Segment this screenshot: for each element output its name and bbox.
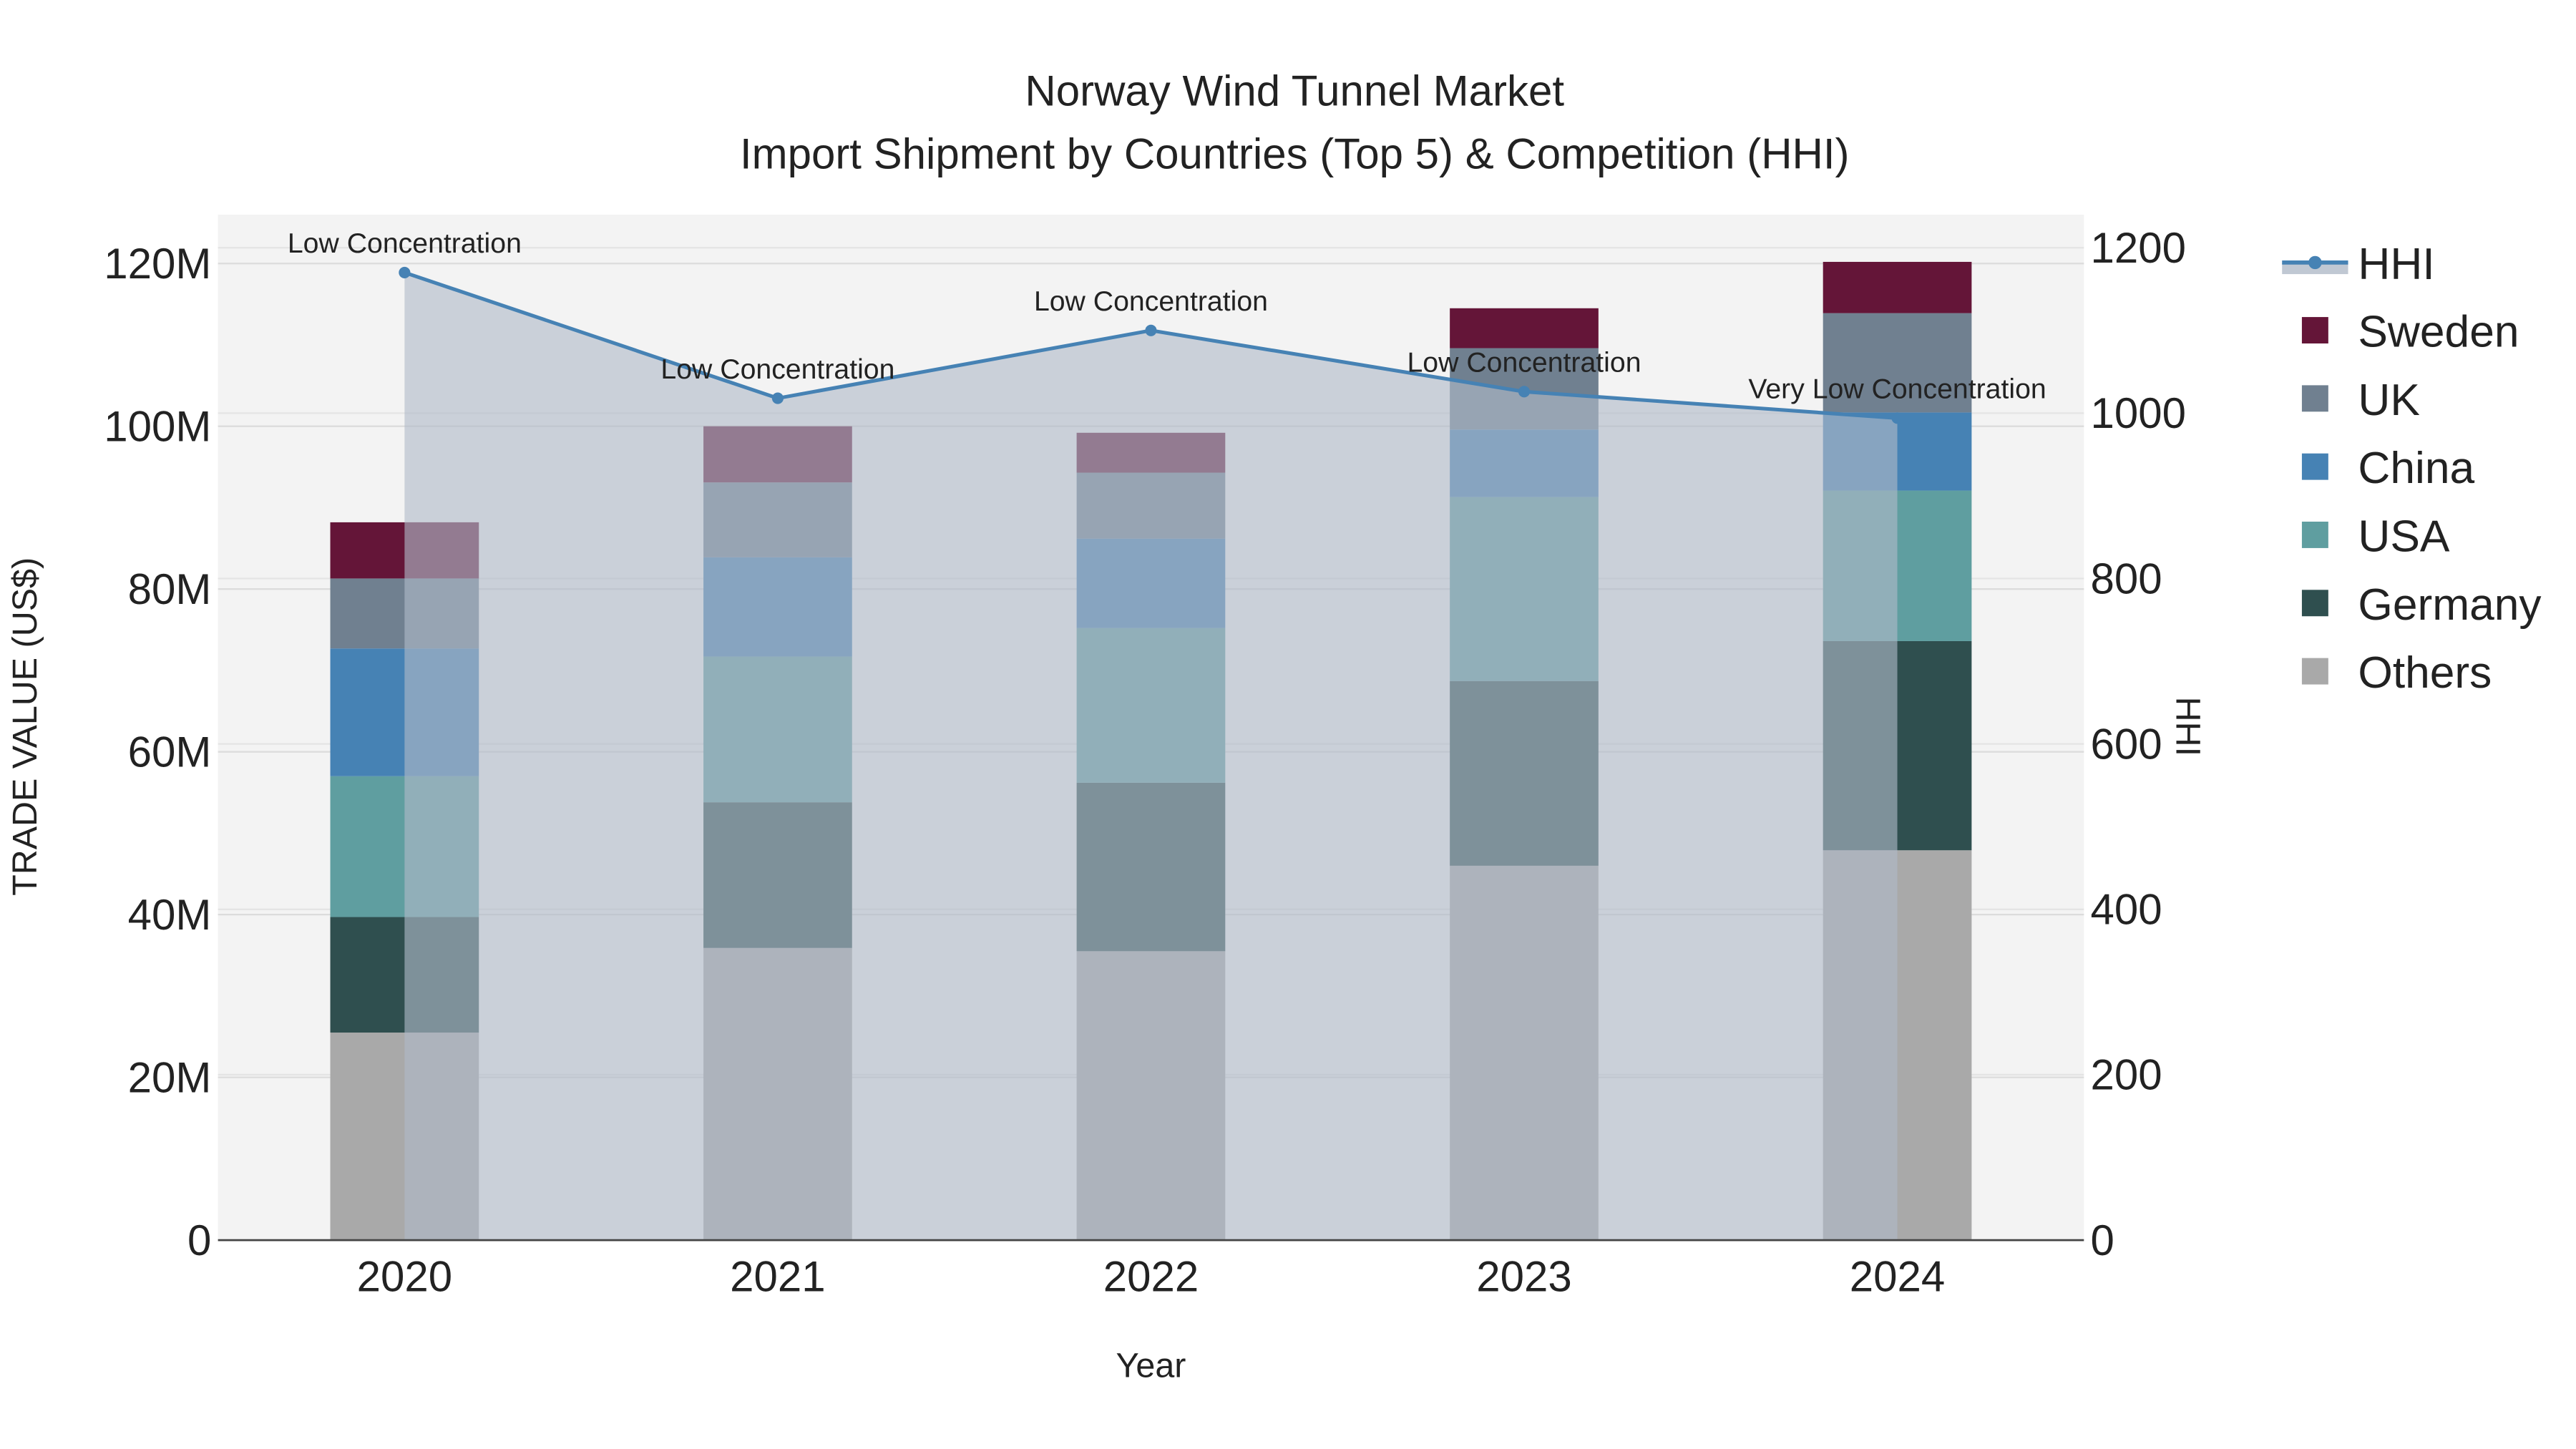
legend-label: Germany xyxy=(2358,580,2542,630)
y-tick-label: 120M xyxy=(104,240,211,288)
hhi-annotation: Low Concentration xyxy=(1407,347,1641,379)
legend-label: Others xyxy=(2358,648,2492,698)
chart: Low Concentration Low Concentration Low Co… xyxy=(6,67,2542,1385)
legend-item-sweden: Sweden xyxy=(2301,308,2519,357)
y-tick-label: 60M xyxy=(128,728,212,776)
bar-sweden-2023 xyxy=(1450,308,1599,348)
y2-tick-label: 800 xyxy=(2091,555,2162,602)
legend-item-usa: USA xyxy=(2301,512,2450,562)
legend-swatch xyxy=(2301,590,2328,617)
y-tick-label: 20M xyxy=(128,1053,212,1101)
legend-swatch xyxy=(2301,658,2328,685)
y2-axis-title: HHI xyxy=(2169,697,2207,756)
legend-swatch xyxy=(2301,317,2328,343)
x-tick-label: 2024 xyxy=(1850,1253,1945,1301)
chart-title: Norway Wind Tunnel Market xyxy=(1025,67,1564,115)
y2-tick-label: 0 xyxy=(2091,1216,2114,1264)
y2-tick-label: 1200 xyxy=(2091,224,2186,272)
x-axis-title: Year xyxy=(1116,1347,1186,1385)
legend-label: China xyxy=(2358,444,2474,493)
legend-label: UK xyxy=(2358,376,2420,425)
legend-swatch xyxy=(2301,385,2328,412)
legend: HHI Sweden UK China USA Germany Others xyxy=(2282,240,2542,698)
x-tick-label: 2021 xyxy=(730,1253,825,1301)
hhi-point-2021 xyxy=(771,392,784,404)
legend-label: Sweden xyxy=(2358,308,2519,357)
hhi-legend-marker xyxy=(2308,255,2322,270)
legend-label: HHI xyxy=(2358,240,2434,289)
hhi-point-2022 xyxy=(1145,324,1157,336)
legend-swatch xyxy=(2301,522,2328,548)
hhi-point-2023 xyxy=(1518,386,1531,398)
legend-item-hhi: HHI xyxy=(2282,240,2435,289)
legend-swatch xyxy=(2301,453,2328,480)
legend-item-others: Others xyxy=(2301,648,2492,698)
y2-tick-label: 400 xyxy=(2091,886,2162,934)
x-tick-label: 2022 xyxy=(1103,1253,1199,1301)
bar-sweden-2024 xyxy=(1823,261,1972,313)
y2-tick-label: 1000 xyxy=(2091,389,2186,437)
hhi-point-2024 xyxy=(1891,412,1903,424)
y-tick-label: 0 xyxy=(187,1216,211,1264)
legend-item-uk: UK xyxy=(2301,376,2420,425)
y-tick-label: 100M xyxy=(104,402,211,450)
legend-item-china: China xyxy=(2301,444,2475,493)
hhi-annotation: Low Concentration xyxy=(1034,286,1268,317)
y-axis-title: TRADE VALUE (US$) xyxy=(6,557,44,896)
y2-tick-label: 600 xyxy=(2091,720,2162,768)
chart-subtitle: Import Shipment by Countries (Top 5) & C… xyxy=(740,130,1850,177)
hhi-area-fill xyxy=(404,272,1898,1241)
y-tick-label: 40M xyxy=(128,891,212,939)
hhi-annotation: Low Concentration xyxy=(660,353,894,385)
hhi-annotation: Very Low Concentration xyxy=(1748,374,2046,405)
x-tick-label: 2023 xyxy=(1476,1253,1571,1301)
hhi-point-2020 xyxy=(399,266,411,278)
legend-label: USA xyxy=(2358,512,2450,562)
legend-item-germany: Germany xyxy=(2301,580,2542,630)
y2-tick-label: 200 xyxy=(2091,1051,2162,1099)
y-tick-label: 80M xyxy=(128,565,212,613)
x-tick-label: 2020 xyxy=(357,1253,452,1301)
hhi-annotation: Low Concentration xyxy=(288,228,522,259)
hhi-area xyxy=(404,272,1898,1241)
